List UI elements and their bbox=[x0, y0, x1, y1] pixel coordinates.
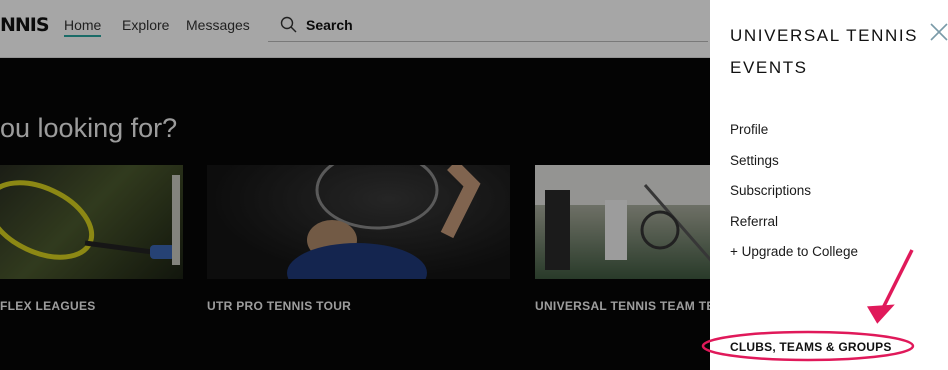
drawer-title: UNIVERSAL TENNIS EVENTS bbox=[730, 26, 919, 77]
dim-overlay-top[interactable] bbox=[0, 0, 710, 58]
menu-item-profile[interactable]: Profile bbox=[730, 122, 858, 153]
annotation-highlight bbox=[701, 249, 915, 362]
close-icon[interactable] bbox=[929, 22, 948, 42]
menu-item-settings[interactable]: Settings bbox=[730, 153, 858, 184]
menu-item-subscriptions[interactable]: Subscriptions bbox=[730, 183, 858, 214]
dim-overlay[interactable] bbox=[0, 58, 710, 370]
